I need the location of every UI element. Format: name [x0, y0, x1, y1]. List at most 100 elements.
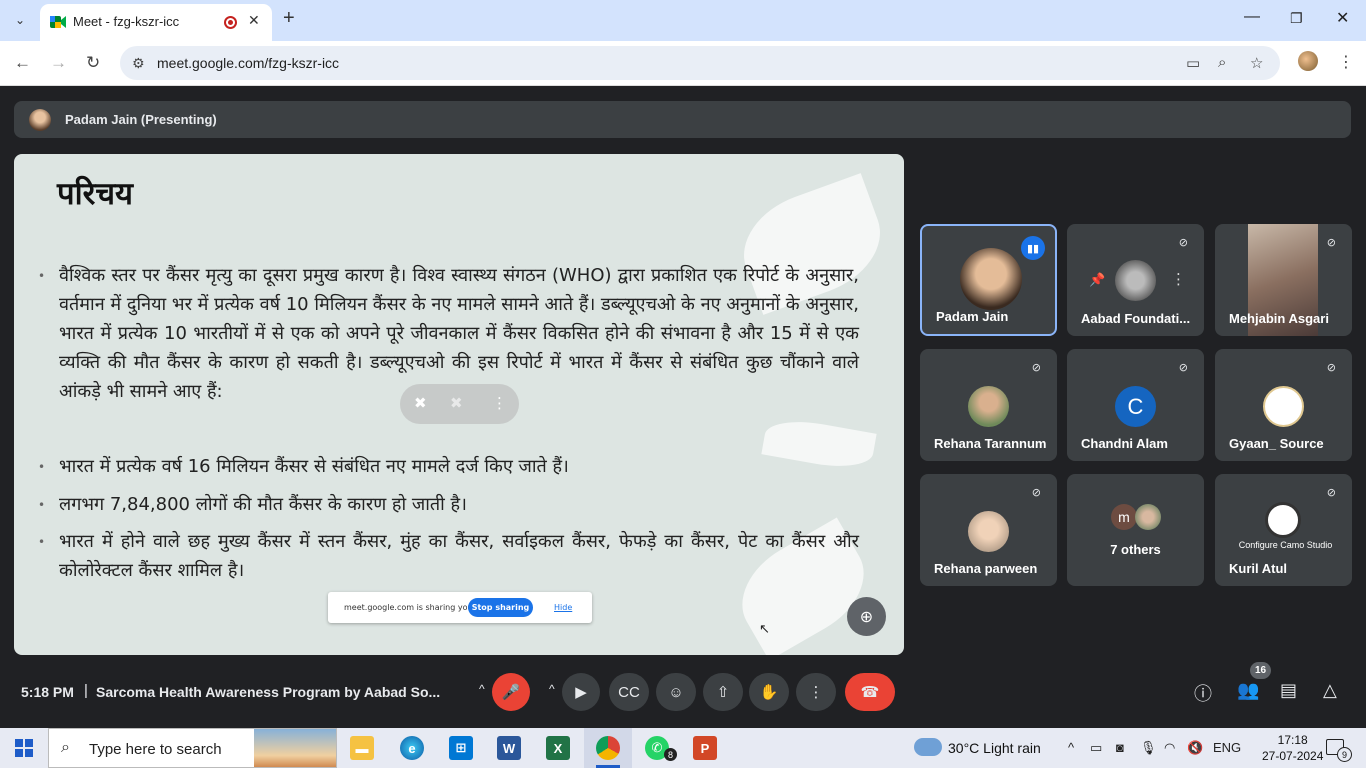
taskbar-search-box[interactable]: ⌕ Type here to search: [48, 728, 337, 768]
browser-menu-icon[interactable]: ⋮: [1338, 52, 1354, 72]
new-tab-button[interactable]: +: [283, 7, 295, 30]
zoom-icon[interactable]: ⌕: [1218, 54, 1226, 71]
bookmark-star-icon[interactable]: ☆: [1250, 54, 1263, 72]
tab-close-icon[interactable]: ✕: [248, 12, 260, 29]
meeting-info-icon[interactable]: ⓘ: [1194, 680, 1212, 706]
input-language[interactable]: ENG: [1213, 740, 1241, 755]
participant-tile[interactable]: ⊘ Rehana parween: [920, 474, 1057, 586]
windows-start-icon[interactable]: [15, 739, 33, 757]
cloud-rain-icon[interactable]: [914, 738, 942, 756]
participant-avatar: [1135, 504, 1161, 530]
excel-icon[interactable]: X: [546, 736, 570, 760]
audio-options-chevron-icon[interactable]: ^: [479, 682, 485, 696]
back-button[interactable]: ←: [14, 53, 31, 73]
muted-mic-icon: ⊘: [1031, 362, 1041, 374]
recording-indicator-icon: [224, 16, 237, 29]
presenter-label: Padam Jain (Presenting): [65, 112, 217, 127]
forward-button[interactable]: →: [50, 53, 67, 73]
participant-name: Gyaan_ Source: [1229, 436, 1324, 451]
powerpoint-icon[interactable]: P: [693, 736, 717, 760]
participant-avatar: C: [1115, 386, 1156, 427]
site-settings-icon[interactable]: ⚙: [132, 55, 145, 72]
pin-icon[interactable]: 📌: [1089, 272, 1105, 288]
reactions-button[interactable]: ☺: [656, 673, 696, 711]
address-bar[interactable]: ⚙ meet.google.com/fzg-kszr-icc ▭ ⌕ ☆: [120, 46, 1280, 80]
participant-avatar: [968, 386, 1009, 427]
more-options-button[interactable]: ⋮: [796, 673, 836, 711]
activities-icon[interactable]: △: [1323, 680, 1337, 701]
microphone-tray-icon[interactable]: 🎙: [1140, 740, 1157, 756]
bullet-text: भारत में प्रत्येक वर्ष 16 मिलियन कैंसर स…: [59, 456, 569, 477]
slide-bullet: • भारत में होने वाले छह मुख्य कैंसर में स…: [38, 531, 859, 581]
captions-button[interactable]: CC: [609, 673, 649, 711]
participant-name: Kuril Atul: [1229, 561, 1288, 576]
camera-tray-icon[interactable]: ◙: [1116, 740, 1124, 755]
participant-tile[interactable]: ⊘ 📌 ⋮ Aabad Foundati...: [1067, 224, 1204, 336]
video-options-chevron-icon[interactable]: ^: [549, 682, 555, 696]
mouse-cursor-icon: ↖: [759, 622, 770, 637]
slide-title: परिचय: [57, 176, 133, 212]
raise-hand-button[interactable]: ✋: [749, 673, 789, 711]
battery-icon[interactable]: ▭: [1090, 740, 1102, 756]
participant-tile[interactable]: ⊘ Rehana Tarannum: [920, 349, 1057, 461]
participant-name: Chandni Alam: [1081, 436, 1168, 451]
minimize-button[interactable]: —: [1244, 8, 1260, 26]
speaker-muted-icon[interactable]: 🔇: [1187, 740, 1203, 756]
more-options-icon[interactable]: ⋮: [492, 394, 507, 412]
participant-tile[interactable]: C ⊘ Chandni Alam: [1067, 349, 1204, 461]
reload-button[interactable]: ↻: [86, 53, 100, 73]
bullet-text: वैश्विक स्तर पर कैंसर मृत्यु का दूसरा प्…: [59, 265, 859, 402]
taskbar-date: 27-07-2024: [1262, 749, 1324, 763]
hide-banner-link[interactable]: Hide: [554, 603, 572, 612]
weather-text[interactable]: 30°C Light rain: [948, 740, 1041, 756]
notification-count: 9: [1337, 747, 1352, 762]
participant-name: Mehjabin Asgari: [1229, 311, 1329, 326]
zoom-in-icon[interactable]: ⊕: [847, 597, 886, 636]
bullet-text: लगभग 7,84,800 लोगों की मौत कैंसर के कारण…: [59, 494, 467, 515]
leave-call-button[interactable]: ☎: [845, 673, 895, 711]
tab-title: Meet - fzg-kszr-icc: [73, 14, 180, 29]
stop-sharing-button[interactable]: Stop sharing: [468, 598, 533, 617]
mute-off-icon[interactable]: ✖: [450, 394, 463, 412]
chat-icon[interactable]: ▤: [1280, 680, 1297, 701]
participant-avatar: [1263, 386, 1304, 427]
wifi-icon[interactable]: ◠: [1164, 740, 1175, 756]
people-icon[interactable]: 👥: [1237, 680, 1259, 701]
muted-mic-icon: ⊘: [1326, 362, 1336, 374]
presenter-avatar: [29, 109, 51, 131]
presenter-bar: Padam Jain (Presenting): [14, 101, 1351, 138]
tab-search-chevron-icon[interactable]: ⌄: [8, 9, 32, 31]
participant-tile[interactable]: ⊘ Mehjabin Asgari: [1215, 224, 1352, 336]
word-icon[interactable]: W: [497, 736, 521, 760]
shared-screen-slide: परिचय • वैश्विक स्तर पर कैंसर मृत्यु का द…: [14, 154, 904, 655]
edge-icon[interactable]: e: [400, 736, 424, 760]
more-options-icon[interactable]: ⋮: [1171, 270, 1186, 288]
file-explorer-icon[interactable]: ▬: [350, 736, 374, 760]
camera-button[interactable]: ▶: [562, 673, 600, 711]
participant-name: Aabad Foundati...: [1081, 311, 1191, 326]
participant-tile[interactable]: Configure Camo Studio ⊘ Kuril Atul: [1215, 474, 1352, 586]
people-count-badge: 16: [1250, 662, 1271, 679]
participant-tile[interactable]: ⊘ Gyaan_ Source: [1215, 349, 1352, 461]
participant-tile[interactable]: ▮▮ Padam Jain: [920, 224, 1057, 336]
pin-off-icon[interactable]: ✖: [414, 394, 427, 412]
taskbar-clock[interactable]: 17:18 27-07-2024: [1262, 732, 1323, 764]
show-hidden-icons-icon[interactable]: ^: [1068, 740, 1074, 755]
profile-avatar[interactable]: [1298, 51, 1318, 71]
url-text[interactable]: meet.google.com/fzg-kszr-icc: [157, 55, 339, 71]
chrome-icon[interactable]: [596, 736, 620, 760]
present-screen-button[interactable]: ⇧: [703, 673, 743, 711]
taskbar-time: 17:18: [1277, 733, 1308, 747]
meeting-controls-bar: 5:18 PM | Sarcoma Health Awareness Progr…: [0, 656, 1366, 728]
browser-tab-meet[interactable]: Meet - fzg-kszr-icc ✕: [40, 4, 272, 41]
participant-tile-others[interactable]: m 7 others: [1067, 474, 1204, 586]
search-highlight-image: [254, 729, 336, 767]
restore-button[interactable]: ❐: [1290, 10, 1303, 27]
slide-bullet: • लगभग 7,84,800 लोगों की मौत कैंसर के कार…: [38, 494, 467, 515]
search-placeholder: Type here to search: [89, 741, 222, 758]
participant-avatar: [968, 511, 1009, 552]
window-close-button[interactable]: ✕: [1336, 8, 1349, 28]
mic-muted-button[interactable]: 🎤: [492, 673, 530, 711]
camera-in-use-icon[interactable]: ▭: [1186, 54, 1200, 72]
store-icon[interactable]: ⊞: [449, 736, 473, 760]
